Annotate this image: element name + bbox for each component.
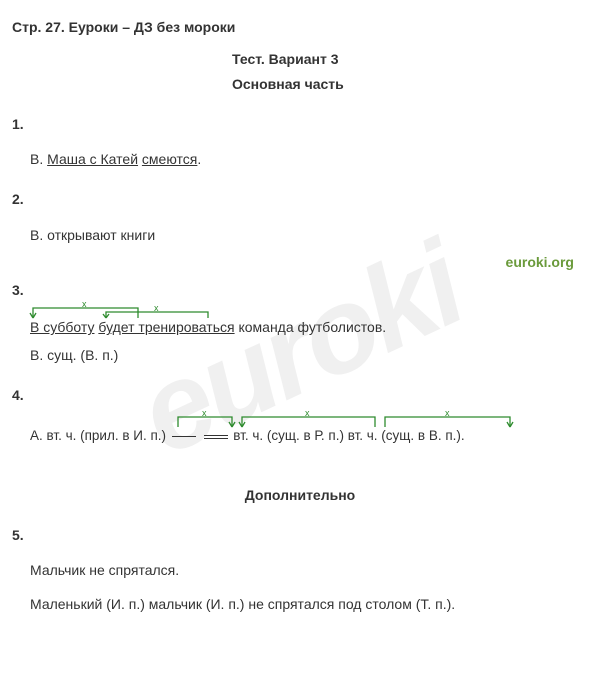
single-underline-icon (172, 436, 196, 437)
q4-part-a: А. вт. ч. (прил. в И. п.) (30, 428, 170, 443)
test-subtitle: Тест. Вариант 3 (232, 50, 588, 70)
arrow-annotation-icon: x x x (170, 411, 600, 431)
q3-rest: команда футболистов. (235, 319, 387, 335)
double-underline-icon (204, 435, 228, 439)
svg-text:x: x (305, 411, 310, 418)
q5-number: 5. (12, 526, 588, 546)
q1-letter: В. (30, 151, 47, 167)
brand-label: euroki.org (12, 253, 574, 273)
q1-number: 1. (12, 115, 588, 135)
q5-line1: Мальчик не спрятался. (30, 561, 588, 581)
document-content: Стр. 27. Еуроки – ДЗ без мороки Тест. Ва… (12, 18, 588, 614)
svg-text:x: x (202, 411, 207, 418)
section-title: Основная часть (232, 75, 588, 95)
q1-answer: В. Маша с Катей смеются. (30, 150, 588, 170)
q1-subject: Маша с Катей (47, 151, 138, 167)
q2-number: 2. (12, 190, 588, 210)
q1-end: . (197, 151, 201, 167)
breadcrumb: Стр. 27. Еуроки – ДЗ без мороки (12, 18, 588, 38)
q5-line2: Маленький (И. п.) мальчик (И. п.) не спр… (30, 595, 588, 615)
svg-text:x: x (445, 411, 450, 418)
q2-answer: В. открывают книги (30, 226, 588, 246)
arrow-annotation-icon: x x (28, 302, 248, 322)
q3-sentence: x x В субботу будет тренироваться команд… (30, 318, 588, 338)
q3-answer: В. сущ. (В. п.) (30, 346, 588, 366)
q4-answer: x x x А. вт. ч. (прил. в И. п.) вт. ч. (… (30, 427, 588, 446)
svg-text:x: x (154, 303, 159, 313)
q1-predicate: смеются (142, 151, 197, 167)
svg-text:x: x (82, 302, 87, 309)
q3-number: 3. (12, 281, 588, 301)
extra-title: Дополнительно (12, 486, 588, 506)
q4-number: 4. (12, 386, 588, 406)
